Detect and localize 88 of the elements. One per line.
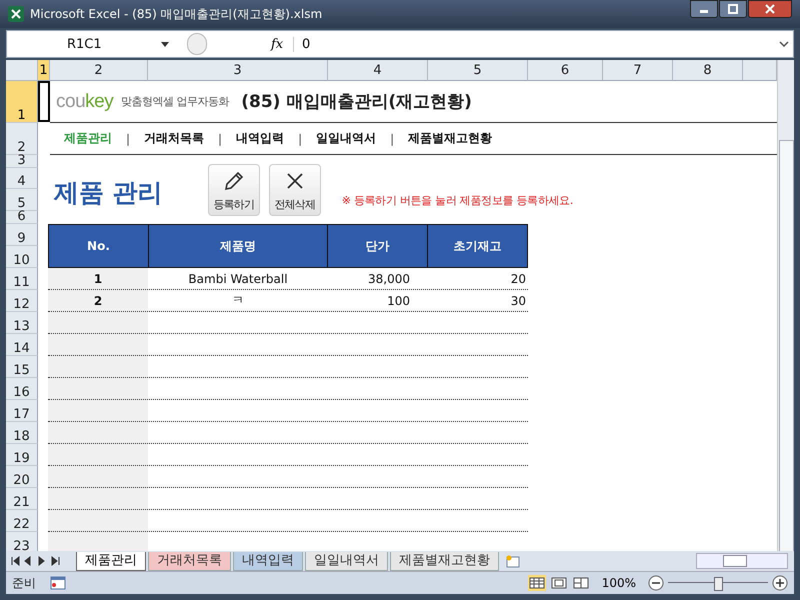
table-cell: 2 <box>48 290 148 311</box>
row-header[interactable]: 17 <box>6 400 38 422</box>
nav-separator: | <box>126 132 130 146</box>
new-sheet-icon[interactable] <box>505 554 521 568</box>
nav-separator: | <box>218 132 222 146</box>
notice-text: ※ 등록하기 버튼을 눌러 제품정보를 등록하세요. <box>342 193 574 208</box>
brand-tagline: 맞춤형엑셀 업무자동화 <box>121 94 230 109</box>
vertical-scrollbar[interactable] <box>777 60 794 551</box>
sheet-tab[interactable]: 거래처목록 <box>148 552 231 570</box>
normal-view-icon[interactable] <box>528 575 546 591</box>
row-header[interactable]: 15 <box>6 356 38 378</box>
expand-icon[interactable] <box>779 41 789 47</box>
row-header[interactable]: 4 <box>6 168 38 189</box>
table-cell: 1 <box>48 268 148 289</box>
action-button[interactable]: 전체삭제 <box>268 164 321 216</box>
row-header[interactable]: 2 <box>6 123 38 155</box>
row-header[interactable]: 3 <box>6 155 38 168</box>
zoom-thumb[interactable] <box>714 577 723 591</box>
row-header[interactable]: 14 <box>6 334 38 356</box>
page-layout-icon[interactable] <box>550 575 568 591</box>
column-header[interactable]: 3 <box>148 60 328 81</box>
excel-icon <box>8 6 24 22</box>
nav-link[interactable]: 내역입력 <box>236 130 284 147</box>
zoom-in-icon[interactable] <box>772 575 788 591</box>
zoom-slider[interactable] <box>668 576 768 590</box>
status-text: 준비 <box>12 574 36 592</box>
row-header[interactable]: 18 <box>6 422 38 444</box>
row-header[interactable]: 20 <box>6 466 38 488</box>
column-header[interactable]: 1 <box>38 60 50 81</box>
nav-link[interactable]: 제품별재고현황 <box>408 130 492 147</box>
table-cell-text: 100 <box>386 292 411 310</box>
maximize-button[interactable] <box>719 0 747 18</box>
row-header[interactable]: 16 <box>6 378 38 400</box>
table-header: 단가 <box>328 225 428 267</box>
action-button[interactable]: 등록하기 <box>208 164 260 216</box>
column-header[interactable]: 5 <box>428 60 528 81</box>
row-header[interactable]: 6 <box>6 211 38 224</box>
row-header[interactable]: 13 <box>6 312 38 334</box>
row-header[interactable]: 22 <box>6 510 38 532</box>
row-header[interactable]: 12 <box>6 290 38 312</box>
column-header[interactable]: 8 <box>673 60 743 81</box>
window-title: Microsoft Excel - (85) 매입매출관리(재고현황).xlsm <box>30 6 322 22</box>
formula-field[interactable]: 0 <box>294 36 779 52</box>
sheet-tab[interactable]: 일일내역서 <box>305 552 388 570</box>
sheet-tab[interactable]: 제품별재고현황 <box>390 552 499 570</box>
row-header[interactable]: 21 <box>6 488 38 510</box>
table-cell-text: Bambi Waterball <box>187 270 289 288</box>
row-header[interactable]: 23 <box>6 532 38 551</box>
column-header[interactable]: 4 <box>328 60 428 81</box>
nav-separator: | <box>298 132 302 146</box>
row-header[interactable]: 19 <box>6 444 38 466</box>
function-label[interactable]: fx <box>271 36 294 52</box>
row-header[interactable]: 10 <box>6 246 38 268</box>
column-header[interactable]: 6 <box>528 60 603 81</box>
brand-logo: coukey <box>56 90 114 112</box>
name-box[interactable]: R1C1 <box>7 36 177 52</box>
close-icon <box>765 4 775 14</box>
nav-separator: | <box>390 132 394 146</box>
nav-link[interactable]: 거래처목록 <box>144 130 204 147</box>
sheet-tab[interactable]: 제품관리 <box>76 552 146 570</box>
table-header: 제품명 <box>148 225 328 267</box>
table-cell-text: ㅋ <box>231 292 245 309</box>
sheet-tab[interactable]: 내역입력 <box>233 552 303 570</box>
row-header[interactable]: 5 <box>6 189 38 211</box>
horizontal-scrollbar[interactable] <box>696 553 788 569</box>
table-header: No. <box>49 225 149 267</box>
page-heading: 제품 관리 <box>54 177 163 209</box>
minimize-button[interactable] <box>690 0 718 18</box>
row-header[interactable]: 9 <box>6 224 38 246</box>
zoom-level[interactable]: 100% <box>602 576 636 590</box>
table-cell-text: 38,000 <box>367 270 411 288</box>
table-cell-text: 30 <box>510 292 527 310</box>
sheet-title: (85) 매입매출관리(재고현황) <box>241 91 472 113</box>
column-header[interactable]: 2 <box>50 60 148 81</box>
row-header[interactable]: 1 <box>6 81 38 123</box>
row-header[interactable]: 11 <box>6 268 38 290</box>
maximize-icon <box>728 4 738 14</box>
nav-link[interactable]: 제품관리 <box>64 130 112 147</box>
page-break-icon[interactable] <box>572 575 590 591</box>
close-button[interactable] <box>748 0 792 18</box>
zoom-out-icon[interactable] <box>648 575 664 591</box>
selected-cell[interactable] <box>38 81 50 122</box>
formula-scroll-handle[interactable] <box>187 33 207 55</box>
table-cell-text: 20 <box>510 270 527 288</box>
table-header: 초기재고 <box>452 238 502 254</box>
nav-link[interactable]: 일일내역서 <box>316 130 376 147</box>
column-header[interactable]: 7 <box>603 60 673 81</box>
macro-record-icon[interactable] <box>50 576 66 590</box>
